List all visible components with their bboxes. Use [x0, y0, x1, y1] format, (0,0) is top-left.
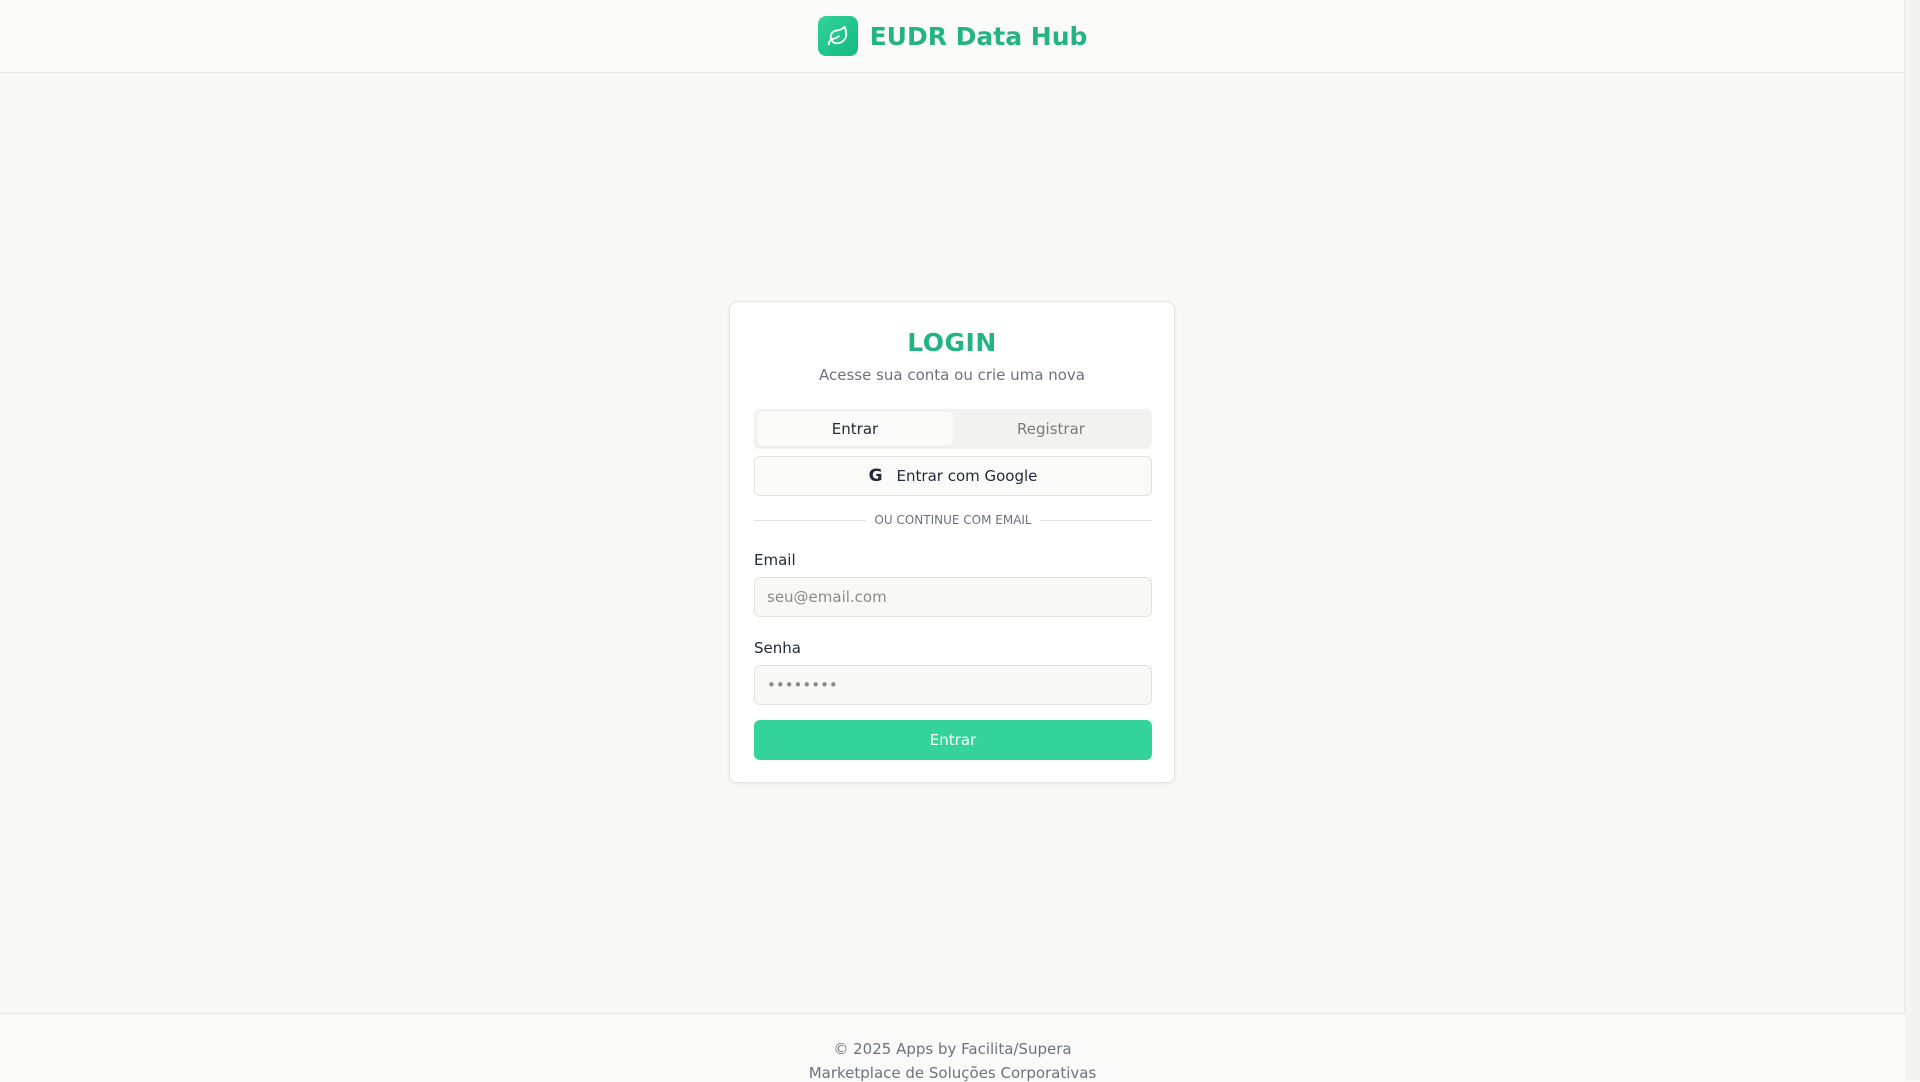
submit-login-button[interactable]: Entrar: [754, 720, 1152, 760]
app-header: EUDR Data Hub: [0, 0, 1905, 73]
login-subtitle: Acesse sua conta ou crie uma nova: [818, 366, 1085, 384]
google-icon: G: [868, 466, 883, 486]
footer-tagline: Marketplace de Soluções Corporativas: [808, 1064, 1097, 1082]
login-card: LOGIN Acesse sua conta ou crie uma nova …: [729, 301, 1175, 783]
footer-copyright: © 2025 Apps by Facilita/Supera: [833, 1040, 1072, 1058]
brand-name: EUDR Data Hub: [869, 21, 1088, 51]
divider-line-left: [754, 519, 867, 521]
password-label: Senha: [754, 639, 801, 657]
divider: OU CONTINUE COM EMAIL: [754, 512, 1153, 528]
tab-registrar[interactable]: Registrar: [953, 412, 1149, 446]
email-label: Email: [754, 551, 796, 569]
page-footer: © 2025 Apps by Facilita/Supera Marketpla…: [0, 1013, 1905, 1082]
leaf-icon: [817, 16, 858, 56]
google-login-label: Entrar com Google: [896, 467, 1038, 485]
divider-text: OU CONTINUE COM EMAIL: [874, 513, 1032, 527]
login-title: LOGIN: [907, 328, 997, 357]
page-scrollbar[interactable]: [1904, 0, 1920, 1080]
email-field[interactable]: [754, 577, 1152, 617]
google-login-button[interactable]: G Entrar com Google: [754, 456, 1152, 496]
brand[interactable]: EUDR Data Hub: [817, 16, 1088, 56]
password-field[interactable]: [754, 665, 1152, 705]
auth-tabs: Entrar Registrar: [754, 409, 1152, 449]
divider-line-right: [1039, 519, 1153, 521]
tab-entrar[interactable]: Entrar: [757, 412, 953, 446]
